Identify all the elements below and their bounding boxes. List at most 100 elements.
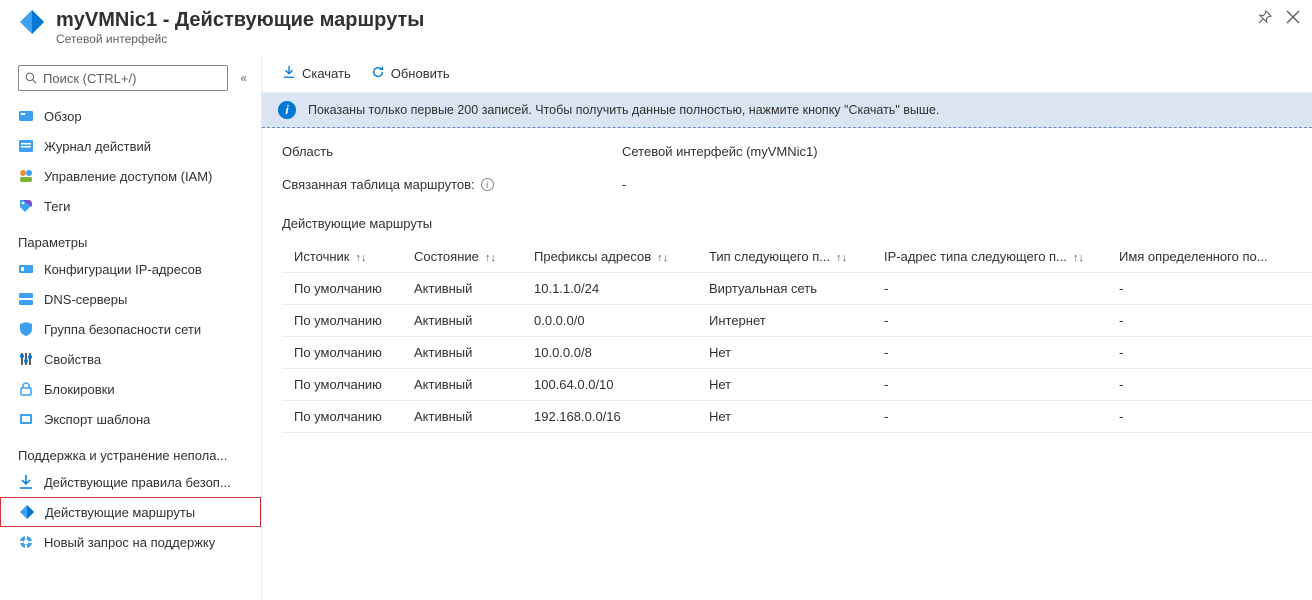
table-title: Действующие маршруты [262, 210, 1312, 241]
column-header[interactable]: Тип следующего п...↑↓ [697, 241, 872, 273]
table-row[interactable]: По умолчаниюАктивный10.1.1.0/24Виртуальн… [282, 273, 1312, 305]
sidebar-item-iam[interactable]: Управление доступом (IAM) [0, 161, 261, 191]
sidebar-item-label: Экспорт шаблона [44, 412, 150, 427]
sidebar-item-nsg[interactable]: Группа безопасности сети [0, 314, 261, 344]
section-settings: Параметры [0, 221, 261, 254]
support-icon [18, 534, 34, 550]
section-support: Поддержка и устранение непола... [0, 434, 261, 467]
cell-source: По умолчанию [282, 305, 402, 337]
sidebar-item-export[interactable]: Экспорт шаблона [0, 404, 261, 434]
download-button[interactable]: Скачать [282, 65, 351, 82]
sidebar-item-activity[interactable]: Журнал действий [0, 131, 261, 161]
page-title: myVMNic1 - Действующие маршруты [56, 8, 1258, 32]
column-header[interactable]: Имя определенного по... [1107, 241, 1312, 273]
dns-icon [18, 291, 34, 307]
tags-icon [18, 198, 34, 214]
overview-icon [18, 108, 34, 124]
table-row[interactable]: По умолчаниюАктивный100.64.0.0/10Нет-- [282, 369, 1312, 401]
close-icon[interactable] [1286, 10, 1300, 28]
sidebar: Поиск (CTRL+/) « Обзор Журнал действий Упр… [0, 55, 262, 600]
download-icon [282, 65, 296, 82]
sidebar-item-support[interactable]: Новый запрос на поддержку [0, 527, 261, 557]
toolbar: Скачать Обновить [262, 55, 1312, 93]
cell-source: По умолчанию [282, 337, 402, 369]
column-header[interactable]: Состояние↑↓ [402, 241, 522, 273]
cell-state: Активный [402, 401, 522, 433]
ipconfig-icon [18, 261, 34, 277]
cell-nhtype: Виртуальная сеть [697, 273, 872, 305]
cell-name: - [1107, 273, 1312, 305]
routes-icon [19, 504, 35, 520]
cell-name: - [1107, 401, 1312, 433]
sidebar-item-tags[interactable]: Теги [0, 191, 261, 221]
info-icon: i [278, 101, 296, 119]
sidebar-item-label: Группа безопасности сети [44, 322, 201, 337]
sidebar-item-label: DNS-серверы [44, 292, 127, 307]
search-icon [25, 72, 37, 84]
sidebar-item-dns[interactable]: DNS-серверы [0, 284, 261, 314]
cell-nhtype: Нет [697, 369, 872, 401]
sidebar-item-label: Блокировки [44, 382, 115, 397]
table-row[interactable]: По умолчаниюАктивный10.0.0.0/8Нет-- [282, 337, 1312, 369]
collapse-sidebar-icon[interactable]: « [236, 71, 251, 85]
cell-name: - [1107, 369, 1312, 401]
cell-nhtype: Интернет [697, 305, 872, 337]
sidebar-item-label: Новый запрос на поддержку [44, 535, 215, 550]
cell-nhtype: Нет [697, 337, 872, 369]
refresh-icon [371, 65, 385, 82]
search-placeholder: Поиск (CTRL+/) [43, 71, 136, 86]
cell-nhip: - [872, 305, 1107, 337]
help-icon[interactable]: i [481, 178, 494, 191]
cell-source: По умолчанию [282, 369, 402, 401]
cell-nhip: - [872, 369, 1107, 401]
cell-state: Активный [402, 337, 522, 369]
table-row[interactable]: По умолчаниюАктивный192.168.0.0/16Нет-- [282, 401, 1312, 433]
cell-nhtype: Нет [697, 401, 872, 433]
nsg-icon [18, 321, 34, 337]
table-row[interactable]: По умолчаниюАктивный0.0.0.0/0Интернет-- [282, 305, 1312, 337]
scope-label: Область [282, 144, 622, 159]
column-header[interactable]: Источник↑↓ [282, 241, 402, 273]
column-header[interactable]: IP-адрес типа следующего п...↑↓ [872, 241, 1107, 273]
cell-state: Активный [402, 369, 522, 401]
sidebar-item-label: Теги [44, 199, 70, 214]
cell-prefix: 10.1.1.0/24 [522, 273, 697, 305]
cell-state: Активный [402, 305, 522, 337]
column-header[interactable]: Префиксы адресов↑↓ [522, 241, 697, 273]
main-panel: Скачать Обновить i Показаны только первы… [262, 55, 1312, 600]
activity-icon [18, 138, 34, 154]
cell-nhip: - [872, 401, 1107, 433]
sidebar-item-locks[interactable]: Блокировки [0, 374, 261, 404]
cell-source: По умолчанию [282, 273, 402, 305]
route-table-value: - [622, 177, 626, 192]
sidebar-item-label: Обзор [44, 109, 82, 124]
sidebar-item-overview[interactable]: Обзор [0, 101, 261, 131]
search-input[interactable]: Поиск (CTRL+/) [18, 65, 228, 91]
sidebar-item-routes[interactable]: Действующие маршруты [0, 497, 261, 527]
sidebar-item-properties[interactable]: Свойства [0, 344, 261, 374]
sec-rules-icon [18, 474, 34, 490]
sidebar-item-label: Действующие правила безоп... [44, 475, 231, 490]
blade-header: myVMNic1 - Действующие маршруты Сетевой … [0, 0, 1312, 55]
sidebar-item-label: Журнал действий [44, 139, 151, 154]
sidebar-item-label: Управление доступом (IAM) [44, 169, 212, 184]
pin-icon[interactable] [1258, 10, 1272, 28]
export-icon [18, 411, 34, 427]
sidebar-item-sec-rules[interactable]: Действующие правила безоп... [0, 467, 261, 497]
sidebar-item-label: Действующие маршруты [45, 505, 195, 520]
cell-state: Активный [402, 273, 522, 305]
iam-icon [18, 168, 34, 184]
refresh-button[interactable]: Обновить [371, 65, 450, 82]
route-table-label: Связанная таблица маршрутов: [282, 177, 475, 192]
scope-value: Сетевой интерфейс (myVMNic1) [622, 144, 818, 159]
cell-nhip: - [872, 337, 1107, 369]
info-bar: i Показаны только первые 200 записей. Чт… [262, 93, 1312, 128]
properties-icon [18, 351, 34, 367]
cell-prefix: 0.0.0.0/0 [522, 305, 697, 337]
cell-name: - [1107, 337, 1312, 369]
info-message: Показаны только первые 200 записей. Чтоб… [308, 103, 939, 117]
sidebar-item-ipconfig[interactable]: Конфигурации IP-адресов [0, 254, 261, 284]
cell-name: - [1107, 305, 1312, 337]
cell-prefix: 100.64.0.0/10 [522, 369, 697, 401]
refresh-label: Обновить [391, 66, 450, 81]
